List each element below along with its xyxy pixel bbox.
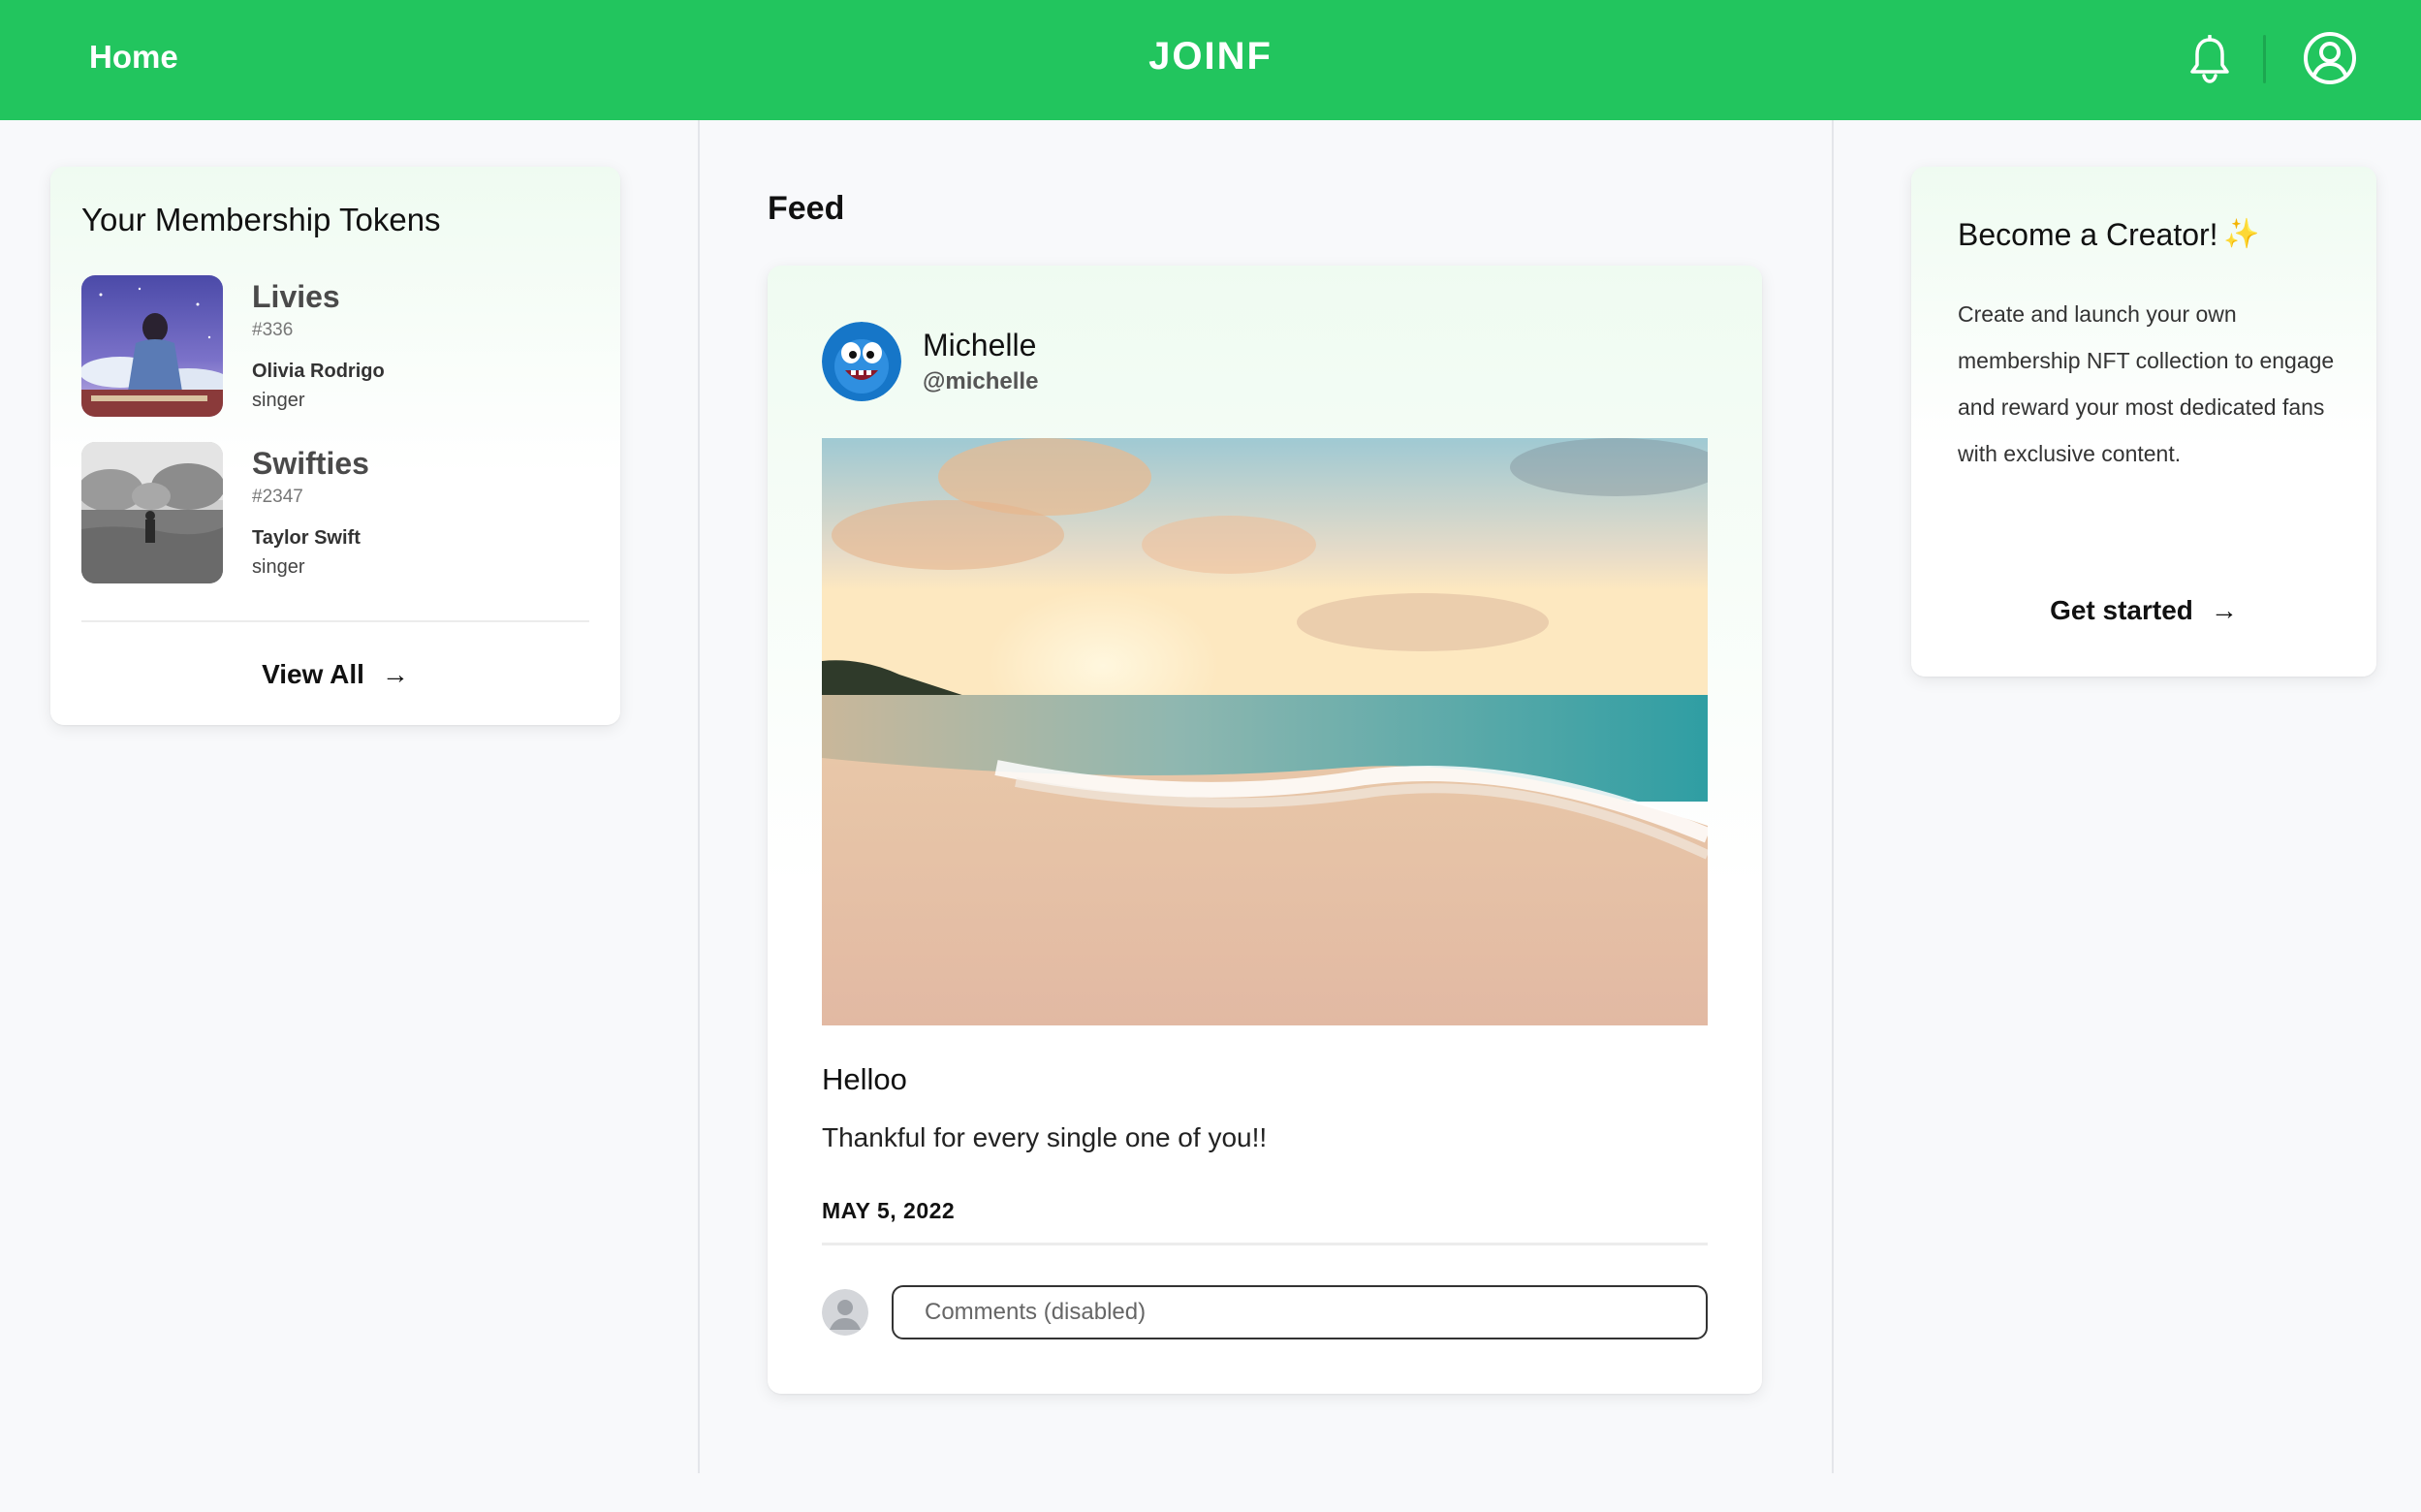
token-name: Swifties: [252, 446, 369, 481]
become-creator-card: Become a Creator! ✨ Create and launch yo…: [1911, 167, 2376, 677]
token-thumbnail-livies: [81, 275, 223, 417]
token-artist: Olivia Rodrigo: [252, 361, 385, 382]
sparkle-icon: ✨: [2223, 218, 2260, 250]
brand-logo: JOINF: [1148, 35, 1273, 78]
membership-tokens-card: Your Membership Tokens Livies #336 Olivi…: [50, 167, 620, 725]
post-body: Thankful for every single one of you!!: [822, 1122, 1268, 1152]
post-divider: [822, 1243, 1708, 1245]
token-artist: Taylor Swift: [252, 527, 361, 549]
view-all-button[interactable]: View All →: [50, 659, 620, 690]
commenter-avatar-icon: [822, 1289, 868, 1336]
header-divider: [2263, 35, 2266, 83]
comment-input[interactable]: [892, 1285, 1708, 1339]
view-all-label: View All: [262, 659, 364, 689]
creator-description: Create and launch your own membership NF…: [1958, 301, 2335, 466]
token-role: singer: [252, 390, 305, 411]
token-item-livies[interactable]: Livies #336 Olivia Rodrigo singer: [81, 275, 585, 417]
right-column-divider: [1832, 120, 1834, 1473]
user-circle-icon[interactable]: [2303, 31, 2357, 85]
get-started-label: Get started: [2050, 595, 2193, 625]
bell-icon[interactable]: [2188, 34, 2231, 83]
arrow-right-icon: →: [381, 659, 409, 689]
post-date: MAY 5, 2022: [822, 1198, 956, 1223]
membership-tokens-title: Your Membership Tokens: [81, 202, 441, 237]
token-number: #2347: [252, 487, 303, 507]
tokens-divider: [81, 620, 589, 622]
token-number: #336: [252, 320, 294, 340]
arrow-right-icon: →: [2210, 595, 2238, 625]
creator-title: Become a Creator!: [1958, 217, 2218, 252]
token-role: singer: [252, 556, 305, 578]
post-author-name[interactable]: Michelle: [923, 328, 1036, 363]
post-card: Michelle @michelle Helloo Thankful for e…: [768, 266, 1762, 1394]
get-started-button[interactable]: Get started →: [1911, 595, 2376, 626]
author-avatar[interactable]: [822, 322, 901, 401]
post-title: Helloo: [822, 1062, 907, 1096]
top-navigation-bar: Home JOINF: [0, 0, 2421, 120]
token-item-swifties[interactable]: Swifties #2347 Taylor Swift singer: [81, 442, 585, 583]
token-name: Livies: [252, 279, 340, 314]
feed-title: Feed: [768, 190, 845, 227]
post-image: [822, 438, 1708, 1025]
left-column-divider: [698, 120, 700, 1473]
post-author-handle: @michelle: [923, 368, 1039, 394]
token-thumbnail-swifties: [81, 442, 223, 583]
